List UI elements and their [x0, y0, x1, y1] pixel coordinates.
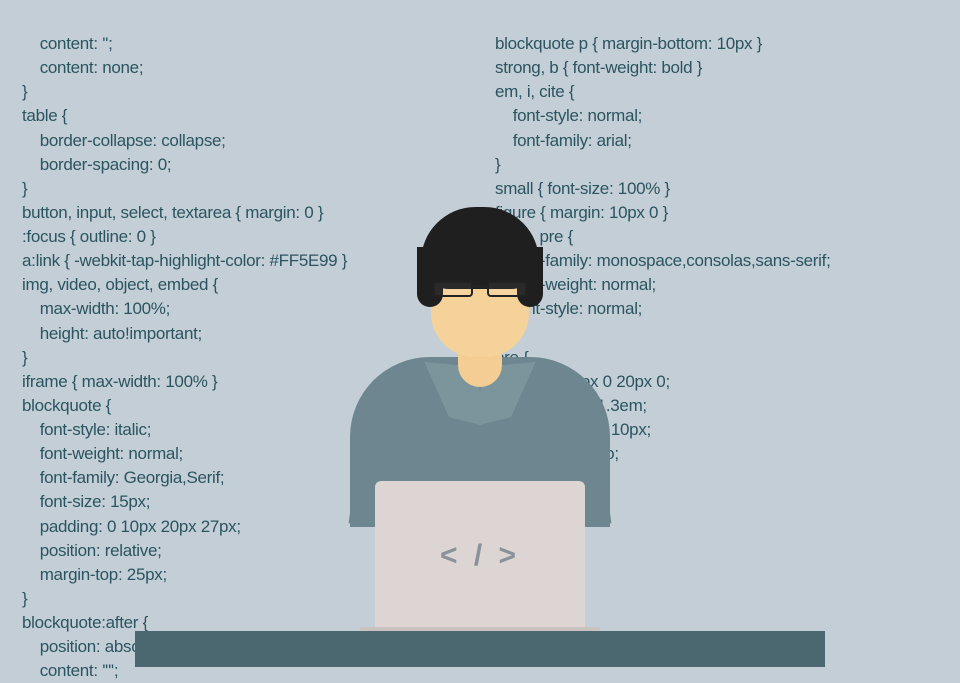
- hair: [421, 207, 539, 289]
- desk: [135, 631, 825, 667]
- laptop: < / >: [375, 481, 585, 631]
- code-background-left: content: ''; content: none; } table { bo…: [22, 32, 347, 683]
- code-icon: < / >: [440, 539, 520, 573]
- lens-right: [487, 281, 527, 297]
- glasses-bridge: [473, 285, 487, 288]
- programmer-illustration: [350, 207, 610, 527]
- lens-left: [433, 281, 473, 297]
- glasses: [433, 281, 527, 299]
